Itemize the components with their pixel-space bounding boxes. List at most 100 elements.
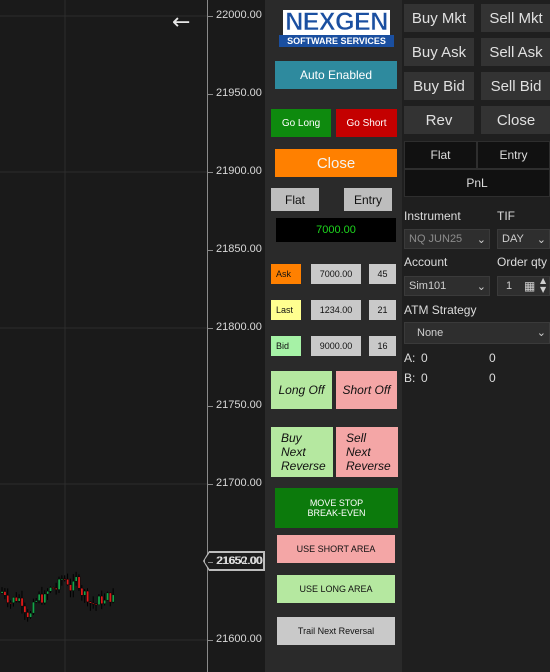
candle-body — [49, 587, 52, 592]
candle-body — [103, 599, 106, 604]
price-tickmark — [208, 640, 213, 641]
b-value-1: 0 — [421, 371, 428, 385]
flat-button[interactable]: Flat — [271, 188, 319, 211]
b-label: B: — [404, 371, 416, 385]
candle-body — [60, 578, 64, 580]
price-tickmark — [208, 562, 213, 563]
bid-label: Bid — [271, 336, 301, 356]
price-tick-label: 21600.00 — [216, 633, 262, 645]
account-label: Account — [404, 255, 448, 269]
close-position-button[interactable]: Close — [481, 106, 550, 134]
candlestick-plot — [0, 0, 207, 672]
use-long-area-button[interactable]: USE LONG AREA — [277, 575, 395, 603]
sell-next-reverse-line1: Sell — [346, 431, 367, 445]
sell-market-button[interactable]: Sell Mkt — [481, 4, 550, 32]
bid-price: 9000.00 — [311, 336, 361, 356]
buy-next-reverse-button[interactable]: Buy Next Reverse — [271, 427, 333, 477]
price-tickmark — [208, 484, 213, 485]
candle-body — [43, 593, 47, 604]
tif-label: TIF — [497, 209, 515, 223]
order-qty-stepper[interactable]: 1 ▦ ▲ ▼ — [497, 276, 550, 296]
auto-enabled-button[interactable]: Auto Enabled — [275, 61, 397, 89]
candle-body — [3, 591, 7, 596]
entry-button[interactable]: Entry — [344, 188, 392, 211]
sell-ask-button[interactable]: Sell Ask — [481, 38, 550, 66]
chevron-down-icon: ⌄ — [476, 233, 486, 246]
order-qty-value: 1 — [506, 280, 513, 292]
candle-body — [80, 587, 84, 596]
buy-next-reverse-line2: Next — [281, 445, 306, 459]
candle-body — [6, 595, 10, 603]
candle-body — [91, 602, 95, 605]
sell-next-reverse-button[interactable]: Sell Next Reverse — [336, 427, 398, 477]
move-stop-break-even-button[interactable]: MOVE STOP BREAK-EVEN — [275, 488, 398, 528]
b-value-2: 0 — [489, 371, 496, 385]
use-short-area-button[interactable]: USE SHORT AREA — [277, 535, 395, 563]
candle-body — [17, 597, 21, 602]
last-label: Last — [271, 300, 301, 320]
nexgen-logo: NEXGEN SOFTWARE SERVICES — [279, 8, 394, 48]
price-tick-label: 21850.00 — [216, 243, 262, 255]
price-tick-label: 21650.00 — [216, 555, 262, 567]
candle-body — [37, 593, 41, 601]
price-chart[interactable]: ← — [0, 0, 207, 672]
candle-body — [20, 597, 24, 607]
move-stop-line1: MOVE STOP — [309, 498, 364, 508]
long-off-button[interactable]: Long Off — [271, 371, 332, 409]
price-tickmark — [208, 328, 213, 329]
a-value-1: 0 — [421, 351, 428, 365]
tif-value: DAY — [502, 233, 524, 245]
tif-select[interactable]: DAY ⌄ — [497, 229, 550, 249]
candle-body — [83, 590, 87, 596]
a-value-2: 0 — [489, 351, 496, 365]
move-stop-line2: BREAK-EVEN — [307, 508, 366, 518]
go-short-button[interactable]: Go Short — [336, 109, 397, 137]
candle-body — [97, 595, 101, 605]
candle-body — [111, 594, 115, 603]
order-qty-label: Order qty — [497, 255, 548, 269]
buy-ask-button[interactable]: Buy Ask — [404, 38, 474, 66]
instrument-select[interactable]: NQ JUN25 ⌄ — [404, 229, 490, 249]
candle-body — [109, 592, 112, 603]
buy-bid-button[interactable]: Buy Bid — [404, 72, 474, 100]
instrument-label: Instrument — [404, 209, 461, 223]
candle-body — [63, 578, 67, 580]
price-tick-label: 21700.00 — [216, 477, 262, 489]
atm-strategy-value: None — [417, 327, 444, 339]
sell-bid-button[interactable]: Sell Bid — [481, 72, 550, 100]
go-long-button[interactable]: Go Long — [271, 109, 331, 137]
logo-title: NEXGEN — [283, 8, 390, 36]
trail-next-reversal-button[interactable]: Trail Next Reversal — [277, 617, 395, 645]
bid-qty: 16 — [369, 336, 396, 356]
entry-cell: Entry — [477, 141, 550, 169]
candle-body — [74, 576, 78, 582]
buy-market-button[interactable]: Buy Mkt — [404, 4, 474, 32]
last-qty: 21 — [369, 300, 396, 320]
candle-body — [0, 591, 4, 594]
candle-body — [72, 581, 75, 591]
chevron-down-icon: ⌄ — [536, 326, 546, 339]
short-off-button[interactable]: Short Off — [336, 371, 397, 409]
candle-body — [12, 597, 15, 603]
sell-next-reverse-line2: Next — [346, 445, 371, 459]
flat-cell: Flat — [404, 141, 477, 169]
account-select[interactable]: Sim101 ⌄ — [404, 276, 490, 296]
price-tick-label: 21800.00 — [216, 321, 262, 333]
last-price: 1234.00 — [311, 300, 361, 320]
atm-strategy-select[interactable]: None ⌄ — [404, 322, 550, 344]
a-label: A: — [404, 351, 416, 365]
close-button[interactable]: Close — [275, 149, 397, 177]
candle-body — [15, 597, 18, 602]
candle-body — [32, 601, 35, 614]
chevron-down-icon: ⌄ — [536, 233, 546, 246]
price-tick-label: 21900.00 — [216, 165, 262, 177]
candle-body — [40, 593, 44, 604]
price-tick-label: 21950.00 — [216, 87, 262, 99]
calculator-icon[interactable]: ▦ — [524, 279, 535, 293]
ask-qty: 45 — [369, 264, 396, 284]
reverse-button[interactable]: Rev — [404, 106, 474, 134]
price-tickmark — [208, 16, 213, 17]
price-tick-label: 22000.00 — [216, 9, 262, 21]
stepper-arrows-icon[interactable]: ▲ ▼ — [540, 276, 546, 294]
arrow-left-icon[interactable]: ← — [172, 12, 194, 34]
